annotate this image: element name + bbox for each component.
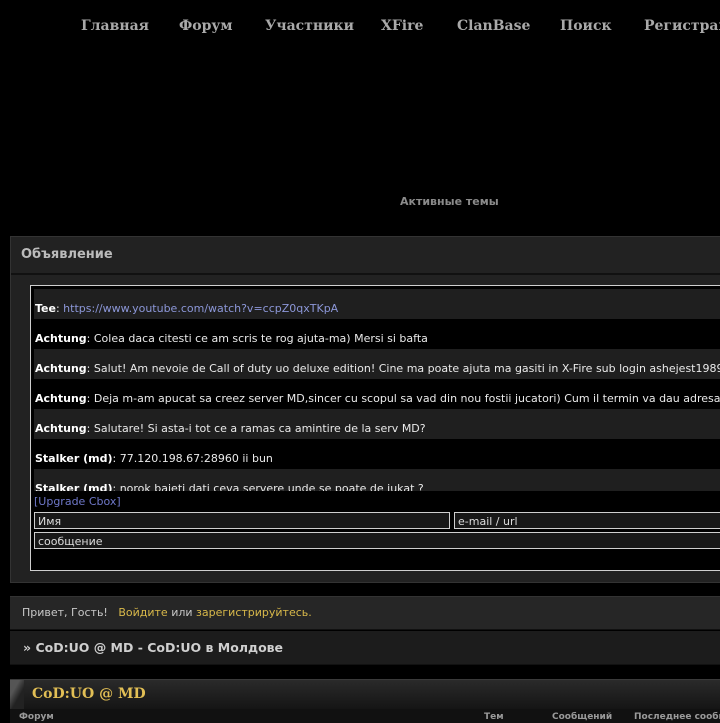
- breadcrumb-arrow: »: [23, 640, 32, 655]
- upgrade-cbox-link[interactable]: [Upgrade Cbox]: [34, 495, 121, 508]
- breadcrumb-link[interactable]: CoD:UO @ MD - CoD:UO в Молдове: [35, 640, 283, 655]
- register-link[interactable]: зарегистрируйтесь.: [196, 606, 312, 619]
- message-author[interactable]: Tee: [35, 302, 56, 315]
- chat-message: Achtung: Colea daca citesti ce am scris …: [34, 319, 720, 349]
- chat-message: Tee: https://www.youtube.com/watch?v=ccp…: [34, 289, 720, 319]
- message-separator: :: [86, 392, 94, 405]
- message-author[interactable]: Stalker (md): [35, 452, 113, 465]
- message-text: Salutare! Si asta-i tot ce a ramas ca am…: [93, 422, 426, 435]
- message-separator: :: [112, 452, 120, 465]
- divider: [11, 273, 720, 275]
- chat-message: Stalker (md): norok baieti dati ceva ser…: [34, 469, 720, 491]
- category-header: CoD:UO @ MD: [10, 679, 720, 710]
- column-posts: Сообщений: [552, 712, 613, 722]
- nav-clanbase-link[interactable]: ClanBase: [457, 18, 530, 34]
- guest-greeting: Привет, Гость!: [22, 606, 108, 619]
- chat-messages[interactable]: Tee: https://www.youtube.com/watch?v=ccp…: [34, 289, 720, 491]
- nav-register-link[interactable]: Регистрация: [644, 18, 720, 34]
- nav-home-link[interactable]: Главная: [81, 18, 149, 34]
- announcement-title: Объявление: [21, 247, 113, 262]
- message-author[interactable]: Achtung: [35, 422, 87, 435]
- message-text: norok baieti dati ceva servere unde se p…: [119, 482, 424, 491]
- message-separator: :: [86, 422, 94, 435]
- email-url-input[interactable]: e-mail / url: [454, 512, 720, 529]
- login-link[interactable]: Войдите: [118, 606, 167, 619]
- active-topics-link[interactable]: Активные темы: [400, 195, 499, 208]
- message-text: 77.120.198.67:28960 ii bun: [119, 452, 273, 465]
- nav-members-link[interactable]: Участники: [265, 18, 354, 34]
- name-input[interactable]: Имя: [34, 512, 450, 529]
- or-text: или: [171, 606, 193, 619]
- breadcrumb: » CoD:UO @ MD - CoD:UO в Молдове: [10, 631, 720, 665]
- message-separator: :: [112, 482, 120, 491]
- chat-box: Tee: https://www.youtube.com/watch?v=ccp…: [30, 285, 720, 571]
- message-separator: :: [86, 332, 94, 345]
- category-stripe: [10, 680, 24, 710]
- chat-message: Achtung: Deja m-am apucat sa creez serve…: [34, 379, 720, 409]
- message-separator: :: [86, 362, 94, 375]
- nav-xfire-link[interactable]: XFire: [381, 18, 423, 34]
- message-text: Colea daca citesti ce am scris te rog aj…: [93, 332, 428, 345]
- chat-message: Achtung: Salutare! Si asta-i tot ce a ra…: [34, 409, 720, 439]
- chat-message: Stalker (md): 77.120.198.67:28960 ii bun: [34, 439, 720, 469]
- message-author[interactable]: Achtung: [35, 362, 87, 375]
- chat-message: Achtung: Salut! Am nevoie de Call of dut…: [34, 349, 720, 379]
- message-author[interactable]: Achtung: [35, 332, 87, 345]
- announcement-panel: Объявление Tee: https://www.youtube.com/…: [10, 236, 720, 583]
- welcome-bar: Привет, Гость! Войдите или зарегистрируй…: [10, 596, 720, 630]
- welcome-text: Привет, Гость! Войдите или зарегистрируй…: [22, 606, 312, 619]
- column-forum: Форум: [19, 712, 54, 722]
- category-title[interactable]: CoD:UO @ MD: [32, 686, 146, 702]
- message-author[interactable]: Achtung: [35, 392, 87, 405]
- message-link[interactable]: https://www.youtube.com/watch?v=ccpZ0qxT…: [63, 302, 338, 315]
- message-text: Salut! Am nevoie de Call of duty uo delu…: [93, 362, 720, 375]
- breadcrumb-text: » CoD:UO @ MD - CoD:UO в Молдове: [23, 640, 283, 655]
- nav-search-link[interactable]: Поиск: [560, 18, 612, 34]
- message-input[interactable]: сообщение: [34, 532, 720, 549]
- nav-forum-link[interactable]: Форум: [179, 18, 233, 34]
- column-last-post: Последнее сообщение: [634, 712, 720, 722]
- message-author[interactable]: Stalker (md): [35, 482, 113, 491]
- forum-column-headers: Форум Тем Сообщений Последнее сообщение: [10, 709, 720, 723]
- message-text: Deja m-am apucat sa creez server MD,sinc…: [93, 392, 720, 405]
- column-topics: Тем: [484, 712, 504, 722]
